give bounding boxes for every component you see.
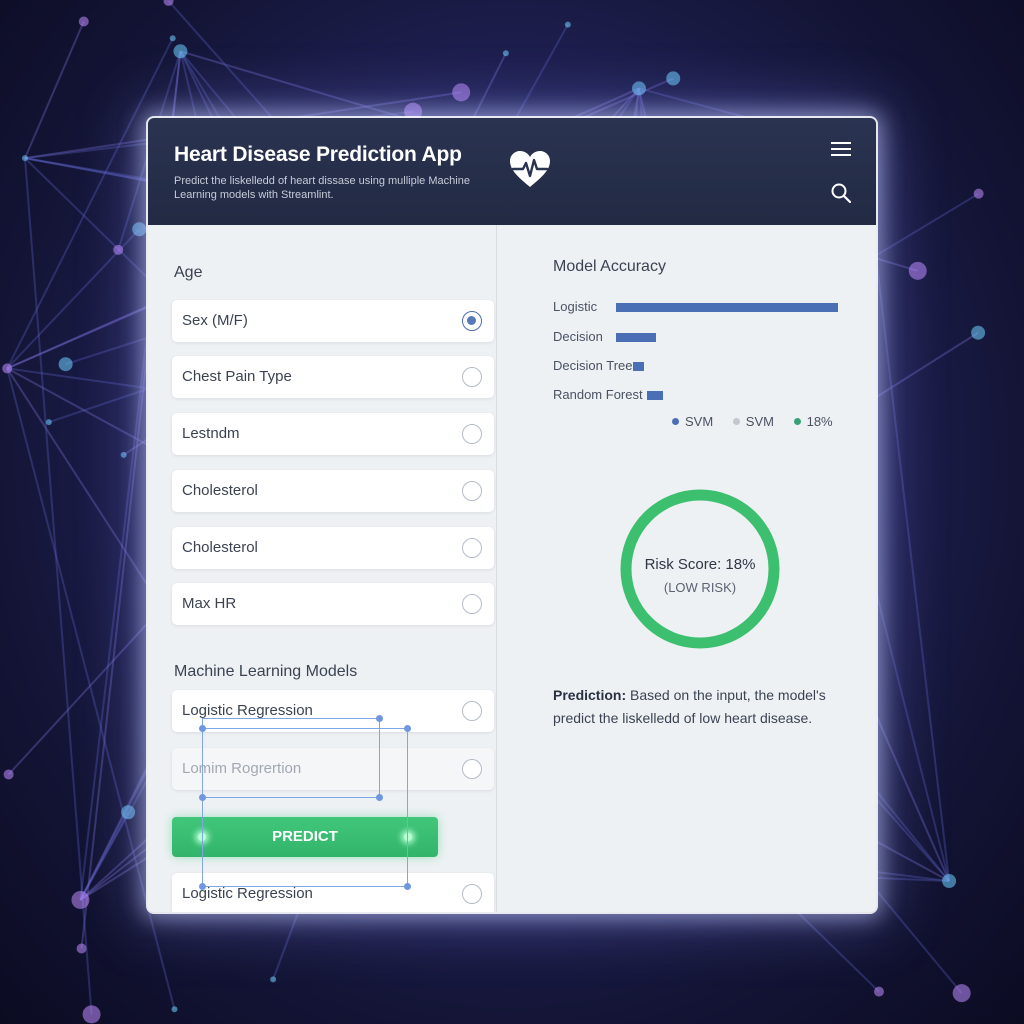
network-node [270, 976, 277, 983]
network-node [169, 35, 176, 42]
legend-dot [732, 418, 740, 425]
network-node [121, 805, 136, 820]
resize-handle[interactable] [199, 794, 206, 801]
network-node [452, 83, 471, 102]
field-label: Sex (M/F) [182, 312, 248, 329]
hamburger-menu-icon[interactable] [830, 140, 852, 158]
radio-button[interactable] [462, 594, 482, 614]
accuracy-bar [616, 333, 656, 342]
network-node [45, 419, 52, 426]
network-node [973, 188, 984, 199]
resize-handle[interactable] [199, 883, 206, 890]
field-label: Chest Pain Type [182, 368, 292, 385]
resize-handle[interactable] [376, 794, 383, 801]
risk-level-text: (LOW RISK) [663, 580, 737, 595]
risk-score-text: Risk Score: 18% [644, 556, 756, 573]
resize-handle[interactable] [404, 883, 411, 890]
accuracy-row-label: Decision [553, 329, 603, 344]
network-node [132, 222, 147, 237]
radio-button[interactable] [462, 759, 482, 779]
search-icon[interactable] [830, 182, 852, 204]
network-node [666, 71, 681, 86]
radio-button[interactable] [462, 424, 482, 444]
network-node [3, 769, 14, 780]
radio-button[interactable] [462, 538, 482, 558]
network-node [2, 363, 13, 374]
network-link [24, 21, 85, 159]
network-node [173, 44, 188, 59]
network-node [82, 1005, 101, 1024]
age-label: Age [174, 264, 203, 281]
legend-label: SVM [745, 414, 774, 429]
network-node [971, 325, 986, 340]
legend-dot [793, 418, 801, 425]
network-node [908, 261, 927, 280]
chest-pain-type-field[interactable]: Chest Pain Type [172, 356, 494, 398]
network-node [171, 1006, 178, 1013]
radio-button[interactable] [462, 884, 482, 904]
input-panel: Age Sex (M/F) Chest Pain Type Lestndm Ch… [148, 225, 496, 912]
accuracy-row-label: Decision Tree [553, 358, 633, 373]
radio-button[interactable] [462, 311, 482, 331]
network-node [21, 155, 28, 162]
resize-handle[interactable] [199, 725, 206, 732]
prediction-text: Prediction: Based on the input, the mode… [553, 684, 853, 730]
network-node [873, 986, 884, 997]
cholesterol-field[interactable]: Cholesterol [172, 470, 494, 512]
max-hr-field[interactable]: Max HR [172, 583, 494, 625]
resize-handle[interactable] [404, 725, 411, 732]
legend-item: SVM [672, 414, 713, 429]
accuracy-bar [647, 391, 663, 400]
network-node [113, 244, 124, 255]
accuracy-row-label: Logistic [553, 299, 598, 314]
app-subtitle: Predict the liskelledd of heart dissase … [174, 175, 470, 201]
app-window: Heart Disease Prediction App Predict the… [148, 118, 876, 912]
radio-button[interactable] [462, 367, 482, 387]
selection-box [202, 728, 408, 887]
field-label: Cholesterol [182, 482, 258, 499]
radio-button[interactable] [462, 701, 482, 721]
network-node [76, 943, 87, 954]
accuracy-bar [616, 303, 838, 312]
network-node [952, 984, 971, 1003]
cholesterol-field-2[interactable]: Cholesterol [172, 527, 494, 569]
app-header: Heart Disease Prediction App Predict the… [148, 118, 876, 225]
network-node [942, 874, 957, 889]
legend-dot [672, 418, 679, 425]
network-node [71, 890, 90, 909]
network-node [631, 81, 646, 96]
prediction-label: Prediction: [553, 687, 627, 703]
app-title: Heart Disease Prediction App [174, 143, 462, 166]
model-accuracy-title: Model Accuracy [553, 258, 666, 275]
legend-label: 18% [806, 414, 833, 429]
legend-item: SVM [732, 414, 774, 429]
network-node [58, 357, 73, 372]
field-label: Cholesterol [182, 539, 258, 556]
network-link [23, 158, 93, 1015]
legend-label: SVM [685, 414, 714, 429]
legend-item: 18% [793, 414, 833, 429]
network-node [564, 21, 571, 28]
heart-pulse-icon [510, 151, 550, 187]
field-label: Lestndm [182, 425, 240, 442]
accuracy-legend: SVM SVM 18% [672, 414, 849, 429]
network-node [120, 451, 127, 458]
ml-models-label: Machine Learning Models [174, 663, 358, 680]
field-label: Max HR [182, 595, 237, 612]
model-label: Logistic Regression [182, 702, 313, 719]
network-node [78, 16, 89, 27]
accuracy-bar [633, 362, 644, 371]
resize-handle[interactable] [376, 715, 383, 722]
lestndm-field[interactable]: Lestndm [172, 413, 494, 455]
network-node [502, 50, 509, 57]
radio-button[interactable] [462, 481, 482, 501]
accuracy-row-label: Random Forest [553, 387, 643, 402]
sex-field[interactable]: Sex (M/F) [172, 300, 494, 342]
